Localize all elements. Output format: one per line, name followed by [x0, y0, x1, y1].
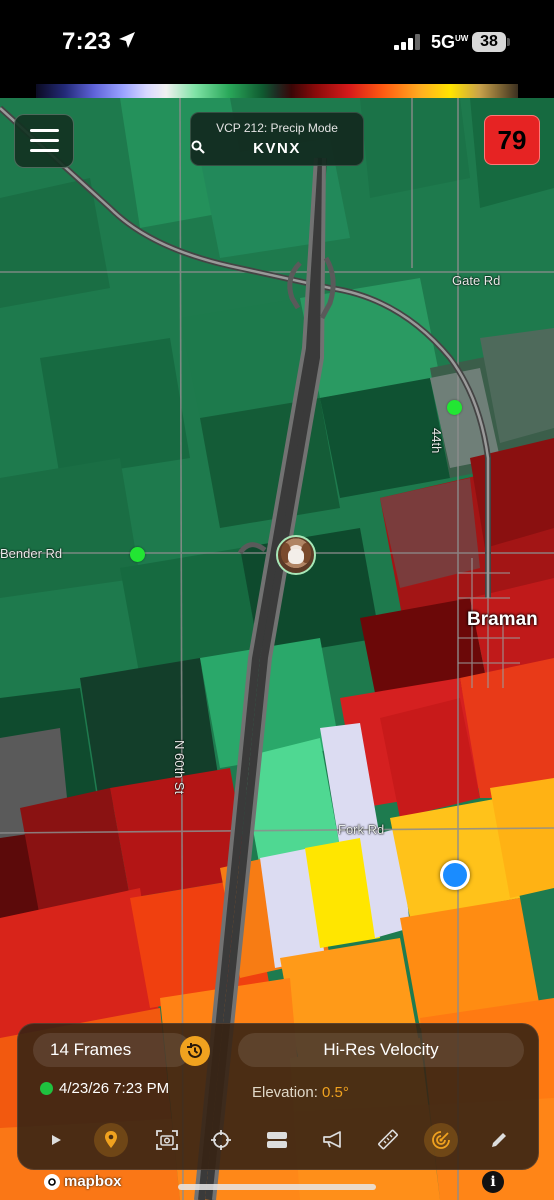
elevation-value: 0.5° [322, 1084, 349, 1101]
network-type: 5GUW [431, 32, 469, 52]
draw-button[interactable] [482, 1125, 516, 1155]
history-button[interactable] [180, 1036, 210, 1066]
timestamp-text: 4/23/26 7:23 PM [59, 1080, 170, 1097]
user-avatar-marker[interactable] [276, 535, 316, 575]
spotter-marker[interactable] [130, 547, 145, 562]
layers-icon [267, 1132, 287, 1148]
city-label-braman: Braman [467, 609, 538, 630]
play-icon [52, 1135, 61, 1145]
layers-button[interactable] [260, 1125, 294, 1155]
map-pin-icon [105, 1131, 117, 1148]
play-button[interactable] [39, 1125, 73, 1155]
radar-station-selector[interactable]: VCP 212: Precip Mode KVNX [190, 112, 364, 166]
avatar-face [288, 549, 304, 564]
road-label-gate-rd: Gate Rd [452, 273, 501, 288]
ruler-icon [378, 1129, 398, 1150]
screenshot-button[interactable] [150, 1125, 184, 1155]
megaphone-button[interactable] [316, 1125, 350, 1155]
mapbox-attribution[interactable]: mapbox [44, 1173, 122, 1190]
road-label-bender-rd: Bender Rd [0, 546, 63, 561]
road-label-44th: 44th [429, 428, 444, 454]
mapbox-text: mapbox [64, 1173, 122, 1190]
elevation-selector[interactable]: Elevation: 0.5° [252, 1084, 349, 1101]
pencil-icon [492, 1133, 506, 1147]
product-selector[interactable]: Hi-Res Velocity [238, 1033, 524, 1067]
current-location-dot[interactable] [440, 860, 470, 890]
frame-timestamp: 4/23/26 7:23 PM [40, 1080, 169, 1097]
elevation-label: Elevation: [252, 1084, 318, 1101]
crosshair-icon [211, 1130, 231, 1150]
velocity-color-scale [36, 84, 518, 98]
road-label-n60th-st: N 60th St [172, 740, 187, 795]
location-arrow-icon [119, 32, 135, 48]
home-indicator[interactable] [178, 1184, 376, 1190]
live-status-dot [40, 1082, 53, 1095]
location-button[interactable] [94, 1123, 128, 1157]
radar-icon [432, 1131, 450, 1149]
battery-tip [507, 38, 510, 46]
vcp-mode-label: VCP 212: Precip Mode [216, 121, 338, 135]
alert-count-badge[interactable]: 79 [484, 115, 540, 165]
menu-button[interactable] [14, 114, 74, 168]
radar-button[interactable] [424, 1123, 458, 1157]
signal-icon [394, 34, 420, 50]
search-icon [191, 140, 205, 154]
hamburger-line [30, 149, 59, 152]
battery-indicator: 38 [472, 32, 506, 52]
ruler-button[interactable] [370, 1125, 404, 1155]
status-bar: 7:23 5GUW 38 [0, 0, 554, 82]
road-label-fork-rd: Fork Rd [338, 822, 385, 837]
hamburger-line [30, 129, 59, 132]
frames-button[interactable]: 14 Frames [33, 1033, 191, 1067]
hamburger-line [30, 139, 59, 142]
station-row: KVNX [191, 140, 363, 157]
mapbox-logo-icon [44, 1173, 60, 1190]
spotter-marker[interactable] [447, 400, 462, 415]
info-button[interactable]: i [482, 1171, 504, 1193]
crosshair-button[interactable] [204, 1125, 238, 1155]
screenshot-icon [156, 1130, 178, 1150]
status-time: 7:23 [62, 28, 112, 55]
megaphone-icon [323, 1131, 341, 1148]
history-icon [187, 1043, 202, 1058]
radar-control-panel: 14 Frames Hi-Res Velocity 4/23/26 7:23 P… [17, 1023, 539, 1170]
station-id: KVNX [253, 140, 301, 157]
